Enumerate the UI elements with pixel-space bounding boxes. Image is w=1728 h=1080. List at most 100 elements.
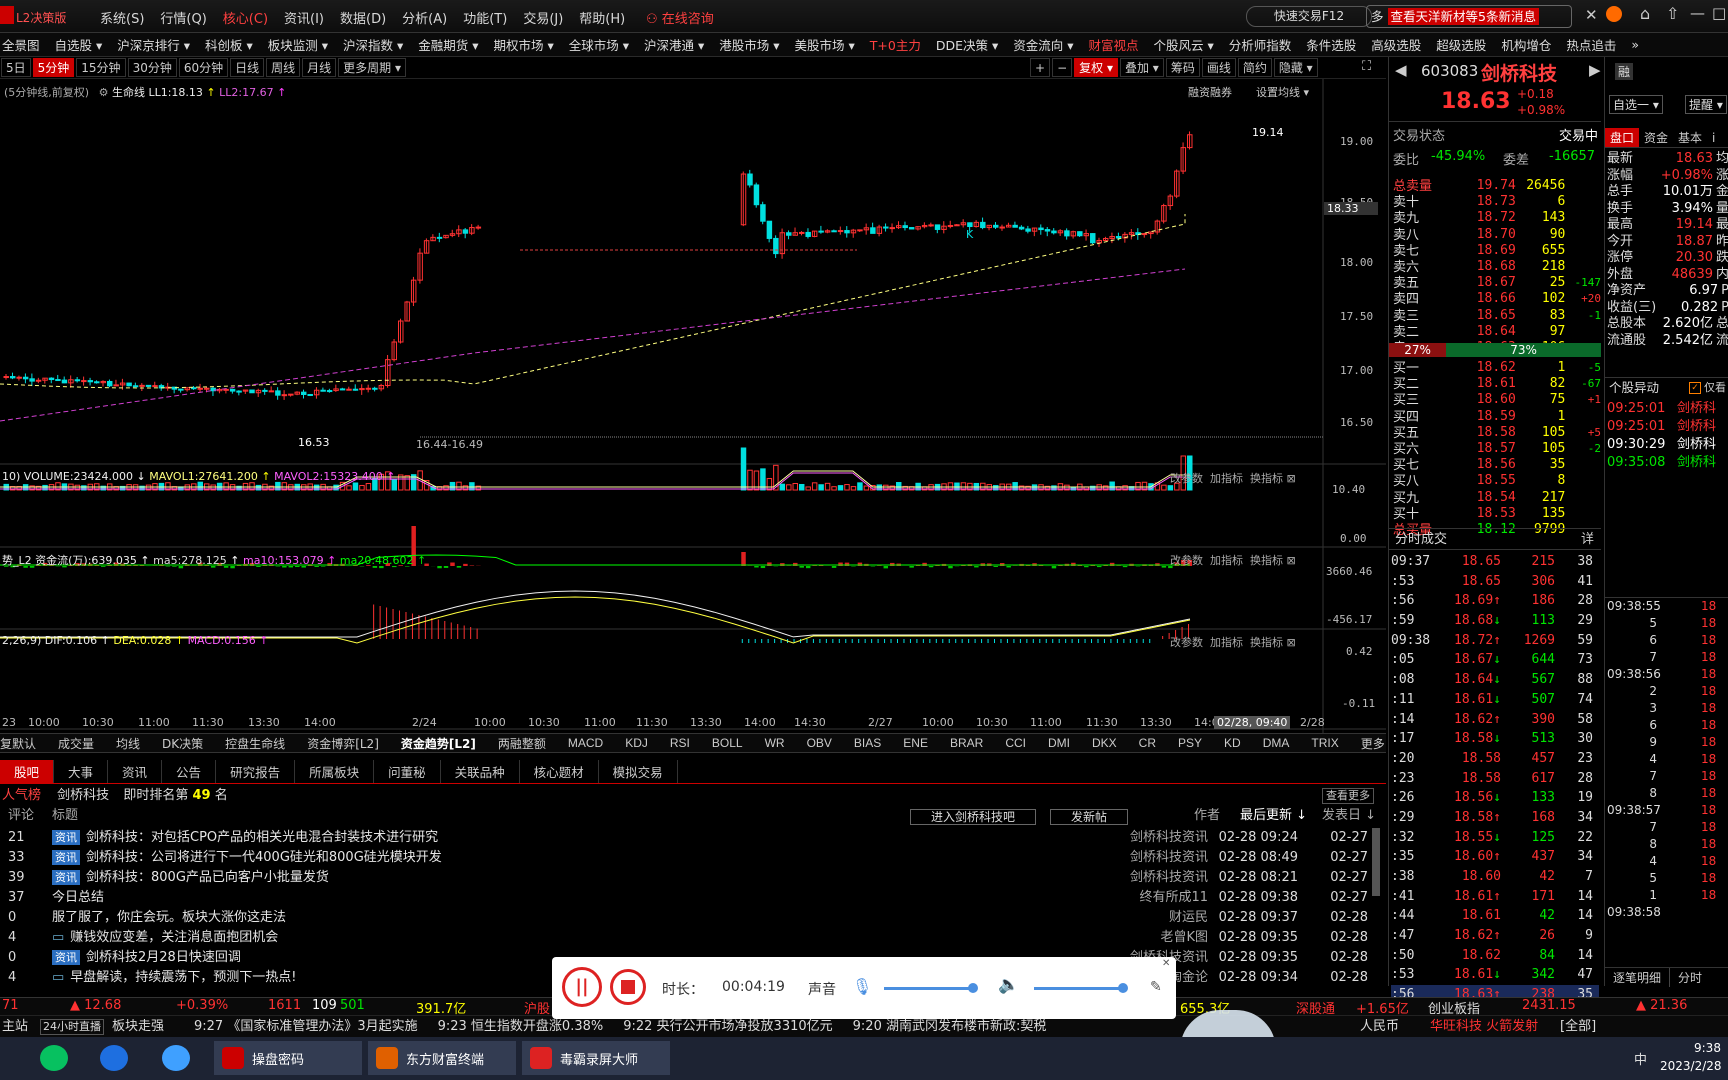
menu-item-8[interactable]: 帮助(H) <box>579 12 625 27</box>
news-title[interactable]: 今日总结 <box>52 888 1122 908</box>
news-tab-6[interactable]: 问董秘 <box>374 760 441 783</box>
mic-icon[interactable]: 🎙 <box>852 977 872 996</box>
menu-item-6[interactable]: 功能(T) <box>463 12 507 27</box>
zhubi-tab-1[interactable]: 分时 <box>1670 968 1710 987</box>
add-indicator-button[interactable]: 加指标 <box>1210 554 1243 567</box>
nav-item-7[interactable]: 期权市场 ▾ <box>494 35 554 54</box>
nav-item-14[interactable]: 资金流向 ▾ <box>1013 35 1073 54</box>
period-7[interactable]: 月线 <box>302 58 336 77</box>
indicator-tab-9[interactable]: KDJ <box>625 736 648 750</box>
switch-indicator-button[interactable]: 换指标 <box>1250 472 1283 485</box>
news-tab-4[interactable]: 研究报告 <box>216 760 295 783</box>
indicator-tab-1[interactable]: 成交量 <box>58 735 94 752</box>
window-icon[interactable]: □ <box>1712 4 1726 22</box>
nav-item-15[interactable]: 财富视点 <box>1088 35 1138 54</box>
nav-item-10[interactable]: 港股市场 ▾ <box>719 35 779 54</box>
news-tab-1[interactable]: 大事 <box>54 760 108 783</box>
indicator-tab-25[interactable]: 更多 <box>1361 735 1385 752</box>
indicator-tab-5[interactable]: 资金博弈[L2] <box>307 735 379 752</box>
news-row[interactable]: 39 资讯 剑桥科技：800G产品已向客户小批量发货 剑桥科技资讯 02-28 08:2… <box>0 868 1386 888</box>
orderbook-row[interactable]: 买十 18.53 135 <box>1393 506 1601 522</box>
nav-item-0[interactable]: 全景图 <box>2 35 40 54</box>
indicator-tab-12[interactable]: WR <box>765 736 785 750</box>
col-post-date[interactable]: 发表日 ↓ <box>1322 806 1376 826</box>
minimize-icon[interactable]: — <box>1690 4 1705 22</box>
ma-setting-button[interactable]: 设置均线 ▾ <box>1256 84 1309 100</box>
indicator-tab-16[interactable]: BRAR <box>950 736 983 750</box>
orderbook-row[interactable]: 买五 18.58 105 +5 <box>1393 425 1601 441</box>
col-last-update[interactable]: 最后更新 ↓ <box>1240 806 1307 826</box>
chart-tool-5[interactable]: 画线 <box>1202 58 1236 77</box>
news-row[interactable]: 0 服了服了，你庄会玩。板块大涨你这走法 财运民 02-28 09:37 02-28 <box>0 908 1386 928</box>
news-tab-7[interactable]: 关联品种 <box>441 760 520 783</box>
news-title[interactable]: 资讯 剑桥科技：公司将进行下一代400G硅光和800G硅光模块开发 <box>52 848 1122 868</box>
news-title[interactable]: 服了服了，你庄会玩。板块大涨你这走法 <box>52 908 1122 928</box>
ticker-all[interactable]: [全部] <box>1560 1016 1596 1037</box>
orderbook-row[interactable]: 卖五 18.67 25 -147 <box>1393 275 1601 291</box>
pen-icon[interactable]: ✎ <box>1150 979 1162 995</box>
nav-item-23[interactable]: » <box>1631 37 1639 52</box>
period-4[interactable]: 60分钟 <box>179 58 228 77</box>
news-row[interactable]: 33 资讯 剑桥科技：公司将进行下一代400G硅光和800G硅光模块开发 剑桥科技资讯… <box>0 848 1386 868</box>
nav-item-17[interactable]: 分析师指数 <box>1229 35 1292 54</box>
indicator-tab-17[interactable]: CCI <box>1005 736 1026 750</box>
indicator-tab-20[interactable]: CR <box>1139 736 1156 750</box>
taskbar-app[interactable]: 操盘密码 <box>214 1041 362 1075</box>
nav-item-8[interactable]: 全球市场 ▾ <box>569 35 629 54</box>
nav-item-11[interactable]: 美股市场 ▾ <box>795 35 855 54</box>
yidong-row[interactable]: 09:25:01 剑桥科 <box>1605 418 1728 436</box>
checkbox-icon[interactable]: ✓ <box>1689 382 1701 394</box>
indicator-tab-21[interactable]: PSY <box>1178 736 1202 750</box>
orderbook-row[interactable]: 买九 18.54 217 <box>1393 490 1601 506</box>
watchlist-button[interactable]: 自选一 ▾ <box>1609 95 1663 114</box>
chart-tool-4[interactable]: 筹码 <box>1166 58 1200 77</box>
nav-item-16[interactable]: 个股风云 ▾ <box>1154 35 1214 54</box>
orderbook-row[interactable]: 总卖量 19.74 26456 <box>1393 178 1601 194</box>
consult-button[interactable]: ⚇ 在线咨询 <box>646 8 714 27</box>
notice-box[interactable]: 多 查看天洋新材等5条新消息 <box>1366 5 1572 28</box>
speaker-volume-slider[interactable] <box>1034 987 1124 990</box>
new-post-button[interactable]: 发新帖 <box>1050 809 1128 825</box>
yidong-row[interactable]: 09:35:08 剑桥科 <box>1605 454 1728 472</box>
menu-item-4[interactable]: 数据(D) <box>340 12 386 27</box>
chart-tool-2[interactable]: 复权 ▾ <box>1074 58 1118 77</box>
wechat-icon[interactable] <box>40 1045 68 1071</box>
news-row[interactable]: 21 资讯 剑桥科技：对包括CPO产品的相关光电混合封装技术进行研究 剑桥科技资讯 02… <box>0 828 1386 848</box>
nav-item-20[interactable]: 超级选股 <box>1436 35 1486 54</box>
news-tab-2[interactable]: 资讯 <box>108 760 162 783</box>
news-title[interactable]: 资讯 剑桥科技：800G产品已向客户小批量发货 <box>52 868 1122 888</box>
home-icon[interactable]: ⌂ <box>1640 4 1650 23</box>
yidong-row[interactable]: 09:30:29 剑桥科 <box>1605 436 1728 454</box>
period-1[interactable]: 5分钟 <box>33 58 75 77</box>
pause-button[interactable]: || <box>562 967 602 1007</box>
quick-trade-button[interactable]: 快速交易F12 <box>1246 6 1372 27</box>
orderbook-row[interactable]: 卖三 18.65 83 -1 <box>1393 308 1601 324</box>
menu-item-3[interactable]: 资讯(I) <box>284 12 324 27</box>
chart-tool-7[interactable]: 隐藏 ▾ <box>1274 58 1318 77</box>
indicator-tab-0[interactable]: 复默认 <box>0 735 36 752</box>
indicator-tab-6[interactable]: 资金趋势[L2] <box>401 735 476 752</box>
add-indicator-button[interactable]: 加指标 <box>1210 636 1243 649</box>
orderbook-row[interactable]: 买二 18.61 82 -67 <box>1393 376 1601 392</box>
news-row[interactable]: 4 ▭ 赚钱效应变差，关注消息面抱团机会 老曾K图 02-28 09:35 02-28 <box>0 928 1386 948</box>
speaker-icon[interactable]: 🔈 <box>998 975 1019 995</box>
news-title[interactable]: ▭ 赚钱效应变差，关注消息面抱团机会 <box>52 928 1122 948</box>
orderbook-row[interactable]: 买七 18.56 35 <box>1393 457 1601 473</box>
period-0[interactable]: 5日 <box>1 58 31 77</box>
stop-button[interactable] <box>610 969 646 1005</box>
orderbook-row[interactable]: 卖十 18.73 6 <box>1393 194 1601 210</box>
indicator-tab-7[interactable]: 两融整额 <box>498 735 546 752</box>
orderbook-row[interactable]: 卖四 18.66 102 +20 <box>1393 291 1601 307</box>
next-stock-icon[interactable]: ▶ <box>1589 61 1601 79</box>
enter-bar-button[interactable]: 进入剑桥科技吧 <box>910 809 1036 825</box>
browser-icon[interactable] <box>100 1045 128 1071</box>
news-row[interactable]: 37 今日总结 终有所成11 02-28 09:38 02-27 <box>0 888 1386 908</box>
chart-tool-6[interactable]: 简约 <box>1238 58 1272 77</box>
news-title[interactable]: 资讯 剑桥科技：对包括CPO产品的相关光电混合封装技术进行研究 <box>52 828 1122 848</box>
indicator-tab-8[interactable]: MACD <box>568 736 603 750</box>
close-icon[interactable]: ⊠ <box>1287 554 1296 567</box>
nav-item-6[interactable]: 金融期货 ▾ <box>418 35 478 54</box>
nav-item-4[interactable]: 板块监测 ▾ <box>268 35 328 54</box>
indicator-tab-18[interactable]: DMI <box>1048 736 1070 750</box>
news-tab-3[interactable]: 公告 <box>162 760 216 783</box>
